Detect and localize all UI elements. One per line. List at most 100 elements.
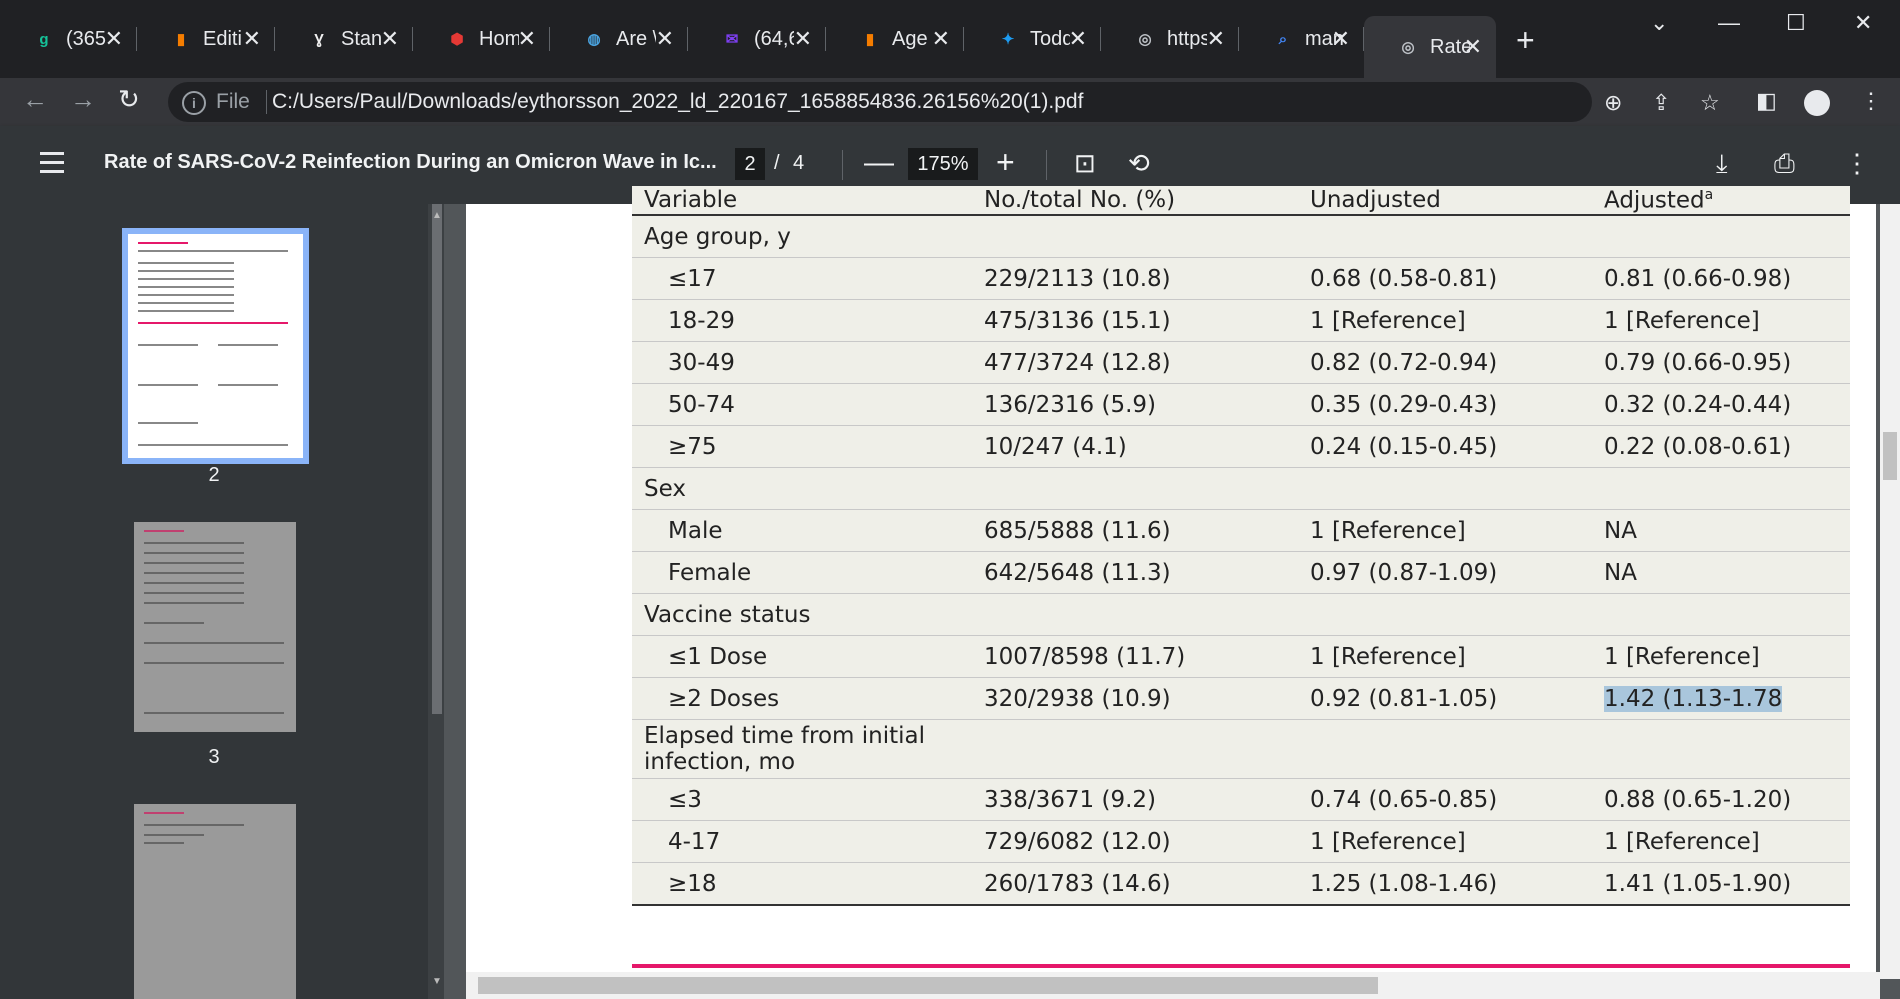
search-icon: ⌕ [1278, 30, 1288, 48]
browser-tab[interactable]: ⌕ man ✕ [1239, 16, 1364, 62]
zoom-icon[interactable]: ⊕ [1604, 90, 1622, 116]
page-total: 4 [793, 152, 805, 174]
close-tab-icon[interactable]: ✕ [243, 26, 261, 52]
browser-tab[interactable]: Ɣ Stanf✕ [275, 16, 413, 62]
back-icon[interactable]: ← [22, 84, 48, 115]
horizontal-scroll-thumb[interactable] [478, 977, 1378, 994]
browser-tab[interactable]: ◍ Are \ ✕ [550, 16, 688, 62]
zoom-in-button[interactable]: + [996, 144, 1015, 181]
header-adjusted-footnote: a [1704, 186, 1714, 203]
zoom-level-input[interactable]: 175% [908, 148, 978, 180]
close-tab-icon[interactable]: ✕ [656, 26, 674, 52]
profile-avatar[interactable] [1804, 90, 1830, 116]
browser-tab[interactable]: ✦ Todd ✕ [964, 16, 1101, 62]
count-cell: 338/3671 (9.2) [984, 778, 1310, 821]
close-tab-icon[interactable]: ✕ [105, 26, 123, 52]
sidebar-scroll-thumb[interactable] [432, 204, 442, 714]
table-row: Female 642/5648 (11.3) 0.97 (0.87-1.09) NA [632, 551, 1850, 594]
close-window-icon[interactable]: ✕ [1854, 10, 1872, 36]
browser-tab[interactable]: ◎ Rate ✕ [1364, 16, 1496, 78]
table-row: 50-74 136/2316 (5.9) 0.35 (0.29-0.43) 0.32 … [632, 383, 1850, 426]
hamburger-menu-icon[interactable] [40, 152, 64, 179]
fit-to-page-icon[interactable]: ⊡ [1074, 148, 1096, 179]
omnibox[interactable]: i File C:/Users/Paul/Downloads/eythorsso… [168, 82, 1720, 122]
maximize-icon[interactable]: ☐ [1786, 10, 1806, 36]
highlighted-selection[interactable]: 1.42 (1.13-1.78 [1604, 685, 1783, 712]
scroll-down-arrow-icon[interactable]: ▼ [432, 976, 442, 987]
close-tab-icon[interactable]: ✕ [1464, 34, 1482, 60]
reload-icon[interactable]: ↻ [118, 84, 140, 115]
category-label: Elapsed time from initial infection, mo [632, 719, 984, 779]
page-thumbnail-3[interactable] [134, 522, 296, 732]
new-tab-button[interactable]: + [1516, 22, 1535, 59]
home-icon: ⬢ [450, 31, 464, 48]
tab-title: (365 [66, 27, 106, 50]
close-tab-icon[interactable]: ✕ [1207, 26, 1225, 52]
tab-title: Editi [203, 27, 242, 50]
table-row: ≤3 338/3671 (9.2) 0.74 (0.65-0.85) 0.88 (0.… [632, 778, 1850, 821]
print-icon[interactable]: ⎙ [1774, 148, 1795, 180]
table-row: Male 685/5888 (11.6) 1 [Reference] NA [632, 509, 1850, 552]
adjusted-cell: 0.79 (0.66-0.95) [1604, 341, 1850, 384]
tab-title: Hom [479, 27, 519, 50]
row-label: ≤3 [632, 778, 984, 821]
unadjusted-cell: 1 [Reference] [1310, 635, 1604, 678]
row-label: 4-17 [632, 820, 984, 863]
browser-tab[interactable]: ✉ (64,6✕ [688, 16, 826, 62]
download-icon[interactable]: ⤓ [1716, 148, 1728, 180]
close-tab-icon[interactable]: ✕ [794, 26, 812, 52]
table-row: ≥18 260/1783 (14.6) 1.25 (1.08-1.46) 1.41 (… [632, 862, 1850, 906]
page-thumbnail-4[interactable] [134, 804, 296, 999]
table-row: 30-49 477/3724 (12.8) 0.82 (0.72-0.94) 0.79… [632, 341, 1850, 384]
table-row: 4-17 729/6082 (12.0) 1 [Reference] 1 [Refer… [632, 820, 1850, 863]
url-text[interactable]: C:/Users/Paul/Downloads/eythorsson_2022_… [272, 90, 1083, 114]
bookmark-star-icon[interactable]: ☆ [1700, 90, 1720, 116]
browser-tab[interactable]: ▮ Age ✕ [826, 16, 964, 62]
site-info-icon[interactable]: i [182, 91, 206, 115]
table-row: ≤17 229/2113 (10.8) 0.68 (0.58-0.81) 0.81 (… [632, 257, 1850, 300]
tab-search-icon[interactable]: ⌄ [1650, 10, 1668, 36]
adjusted-cell: 0.81 (0.66-0.98) [1604, 257, 1850, 300]
category-label: Sex [632, 467, 1850, 510]
viewer-vertical-scrollbar[interactable] [1880, 204, 1900, 979]
unadjusted-cell: 0.97 (0.87-1.09) [1310, 551, 1604, 594]
close-tab-icon[interactable]: ✕ [381, 26, 399, 52]
browser-tab[interactable]: ⬢ Hom ✕ [413, 16, 550, 62]
zoom-out-button[interactable]: — [864, 146, 894, 180]
count-cell: 260/1783 (14.6) [984, 862, 1310, 906]
pdf-more-icon[interactable]: ⋮ [1844, 148, 1870, 179]
forward-icon[interactable]: → [70, 84, 96, 115]
toolbar-divider [1046, 150, 1047, 180]
table-header-row: Variable No./total No. (%) Unadjusted Ad… [632, 186, 1850, 216]
close-tab-icon[interactable]: ✕ [1069, 26, 1087, 52]
side-panel-icon[interactable]: ◧ [1756, 88, 1777, 114]
document-title: Rate of SARS-CoV-2 Reinfection During an… [104, 151, 717, 173]
row-label: ≤1 Dose [632, 635, 984, 678]
count-cell: 229/2113 (10.8) [984, 257, 1310, 300]
browser-tab[interactable]: ◎ https ✕ [1101, 16, 1239, 62]
viewer-scroll-thumb[interactable] [1883, 432, 1897, 480]
tab-title: Are \ [616, 27, 656, 50]
row-label: 50-74 [632, 383, 984, 426]
minimize-icon[interactable]: — [1718, 10, 1740, 36]
results-table: Variable No./total No. (%) Unadjusted Ad… [632, 186, 1850, 906]
share-icon[interactable]: ⇪ [1652, 90, 1670, 116]
count-cell: 1007/8598 (11.7) [984, 635, 1310, 678]
page-thumbnail-2[interactable] [122, 228, 309, 464]
browser-tab[interactable]: g (365 ✕ [0, 16, 137, 62]
browser-tab[interactable]: ▮ Editi ✕ [137, 16, 275, 62]
close-tab-icon[interactable]: ✕ [932, 26, 950, 52]
empty-cell [984, 719, 1310, 779]
close-tab-icon[interactable]: ✕ [518, 26, 536, 52]
tab-strip: g(365✕▮Editi✕ƔStanf✕⬢Hom✕◍Are \✕✉(64,6✕▮… [0, 0, 1900, 78]
page-number-input[interactable]: 2 [735, 148, 765, 180]
adjusted-cell: 1.41 (1.05-1.90) [1604, 862, 1850, 906]
browser-menu-icon[interactable]: ⋮ [1860, 88, 1882, 114]
globe-icon: ◎ [1138, 31, 1152, 48]
scroll-up-arrow-icon[interactable]: ▲ [432, 210, 442, 221]
close-tab-icon[interactable]: ✕ [1332, 26, 1350, 52]
unadjusted-cell: 1.25 (1.08-1.46) [1310, 862, 1604, 906]
row-label: Male [632, 509, 984, 552]
unadjusted-cell: 0.68 (0.58-0.81) [1310, 257, 1604, 300]
rotate-icon[interactable]: ⟲ [1128, 148, 1150, 179]
